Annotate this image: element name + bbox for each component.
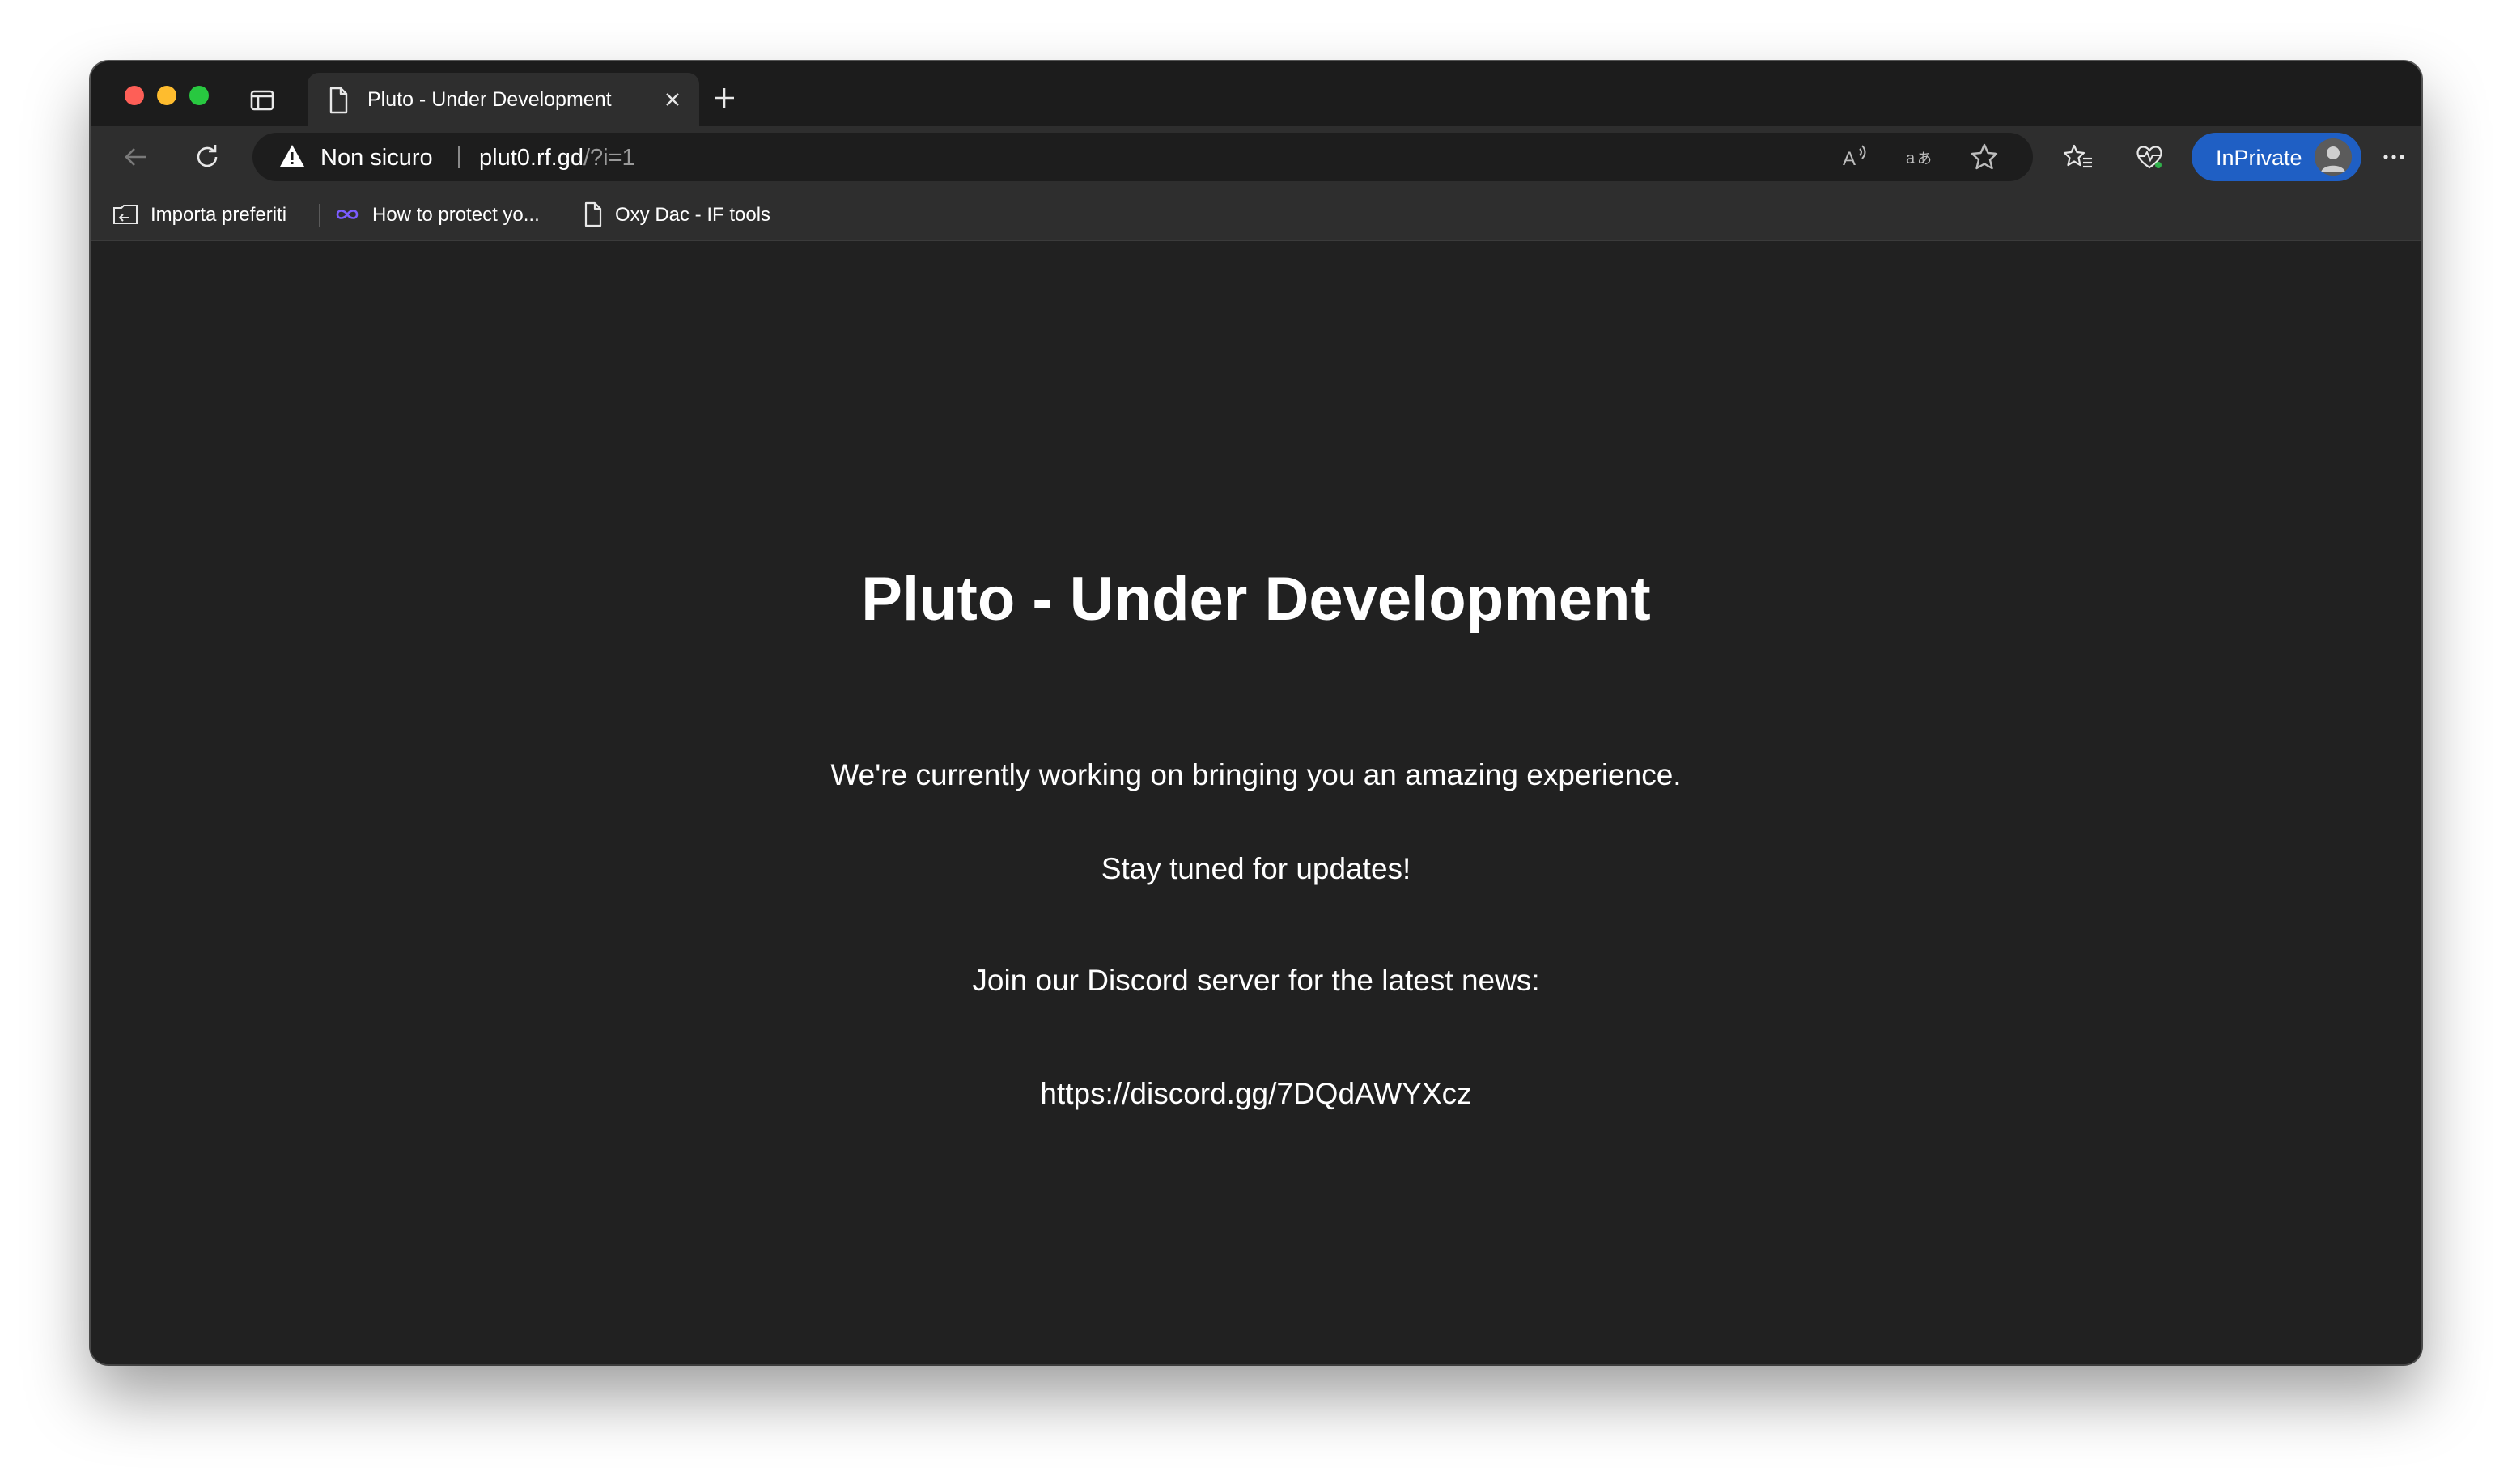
svg-text:あ: あ bbox=[1917, 151, 1932, 167]
bookmark-label: Importa preferiti bbox=[151, 204, 287, 226]
plus-icon[interactable] bbox=[711, 84, 738, 112]
bookmark-import-favorites[interactable]: Importa preferiti bbox=[112, 201, 314, 228]
close-icon[interactable] bbox=[662, 89, 683, 110]
import-favorites-icon bbox=[113, 205, 138, 224]
document-icon bbox=[584, 201, 602, 227]
svg-text:a: a bbox=[1906, 150, 1916, 167]
page-title: Pluto - Under Development bbox=[861, 565, 1651, 634]
heart-pulse-icon[interactable] bbox=[2133, 141, 2166, 173]
url-host: plut0.rf.gd bbox=[479, 145, 583, 171]
security-status-label[interactable]: Non sicuro bbox=[320, 145, 433, 171]
svg-text:A: A bbox=[1843, 148, 1856, 170]
address-bar[interactable]: Non sicuro plut0.rf.gd/?i=1 A a あ bbox=[252, 133, 2033, 181]
reload-icon[interactable] bbox=[191, 141, 223, 173]
favorites-icon[interactable] bbox=[2062, 141, 2094, 173]
url-text[interactable]: plut0.rf.gd/?i=1 bbox=[479, 145, 635, 171]
discord-prompt-text: Join our Discord server for the latest n… bbox=[972, 964, 1540, 997]
navigation-toolbar: Non sicuro plut0.rf.gd/?i=1 A a あ InPriv… bbox=[91, 126, 2421, 188]
discord-link-container: https://discord.gg/7DQdAWYXcz bbox=[91, 1076, 2421, 1112]
window-maximize-button[interactable] bbox=[189, 86, 209, 105]
bookmarks-bar: Importa preferiti How to protect yo... O… bbox=[91, 188, 2421, 241]
window-minimize-button[interactable] bbox=[157, 86, 176, 105]
more-dots-icon[interactable] bbox=[2378, 141, 2410, 173]
infinity-logo-icon bbox=[336, 210, 359, 219]
intro-text: We're currently working on bringing you … bbox=[830, 758, 1682, 791]
window-close-button[interactable] bbox=[125, 86, 144, 105]
document-icon bbox=[329, 87, 348, 114]
back-arrow-icon[interactable] bbox=[120, 141, 152, 173]
page-content: Pluto - Under Development We're currentl… bbox=[91, 241, 2421, 1364]
translate-icon[interactable]: a あ bbox=[1903, 141, 1936, 173]
star-icon[interactable] bbox=[1968, 141, 2001, 173]
stay-tuned-text: Stay tuned for updates! bbox=[1101, 852, 1411, 885]
bookmark-oxy-dac[interactable]: Oxy Dac - IF tools bbox=[579, 201, 806, 228]
bookmarks-divider bbox=[319, 204, 320, 227]
url-path: /?i=1 bbox=[583, 145, 635, 171]
avatar bbox=[2315, 138, 2352, 176]
tab-active[interactable]: Pluto - Under Development bbox=[308, 73, 699, 126]
inprivate-label: InPrivate bbox=[2216, 146, 2302, 170]
bookmark-label: Oxy Dac - IF tools bbox=[615, 204, 771, 226]
warning-triangle-icon[interactable] bbox=[278, 143, 306, 169]
browser-window: Pluto - Under Development Non sicuro plu… bbox=[91, 61, 2421, 1364]
inprivate-button[interactable]: InPrivate bbox=[2192, 133, 2361, 181]
discord-link[interactable]: https://discord.gg/7DQdAWYXcz bbox=[1040, 1077, 1471, 1110]
profile-person-icon bbox=[2315, 138, 2352, 176]
title-bar: Pluto - Under Development bbox=[91, 61, 2421, 126]
tab-title: Pluto - Under Development bbox=[367, 88, 612, 111]
read-aloud-icon[interactable]: A bbox=[1839, 141, 1871, 173]
address-separator bbox=[458, 146, 460, 168]
tab-actions-icon[interactable] bbox=[248, 86, 277, 115]
bookmark-label: How to protect yo... bbox=[372, 204, 540, 226]
